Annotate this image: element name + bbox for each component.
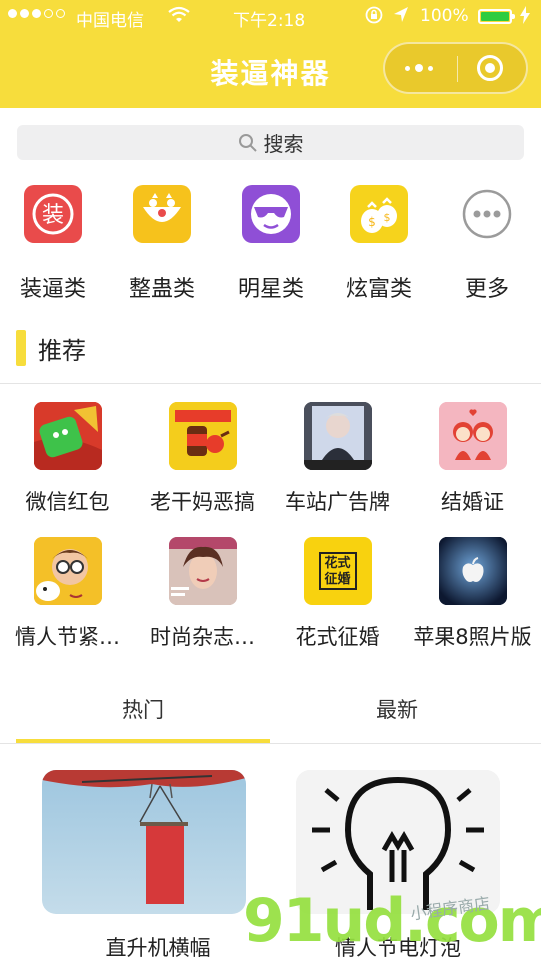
category-zhenggu[interactable]: 整蛊类: [117, 185, 207, 303]
clown-face-icon: [133, 185, 191, 243]
watermark-logo: 91ud.com: [243, 886, 541, 956]
navigation-bar: 装逼神器: [0, 34, 541, 108]
section-accent-bar: [16, 330, 26, 366]
more-dots-icon: [458, 185, 516, 243]
recommended-label: 花式征婚: [295, 625, 380, 649]
recommended-label: 微信红包: [25, 490, 110, 514]
tab-hot[interactable]: 热门: [8, 694, 278, 724]
charging-bolt-icon: [520, 6, 530, 29]
zhuang-badge-icon: 装: [24, 185, 82, 243]
category-label: 炫富类: [345, 277, 412, 302]
helicopter-banner-image[interactable]: [42, 770, 246, 914]
recommended-label: 苹果8照片版: [413, 625, 532, 649]
rotation-lock-icon: [364, 5, 384, 30]
recommended-item[interactable]: 车站广告牌: [270, 402, 405, 516]
status-bar: 中国电信 下午2:18 100%: [0, 0, 541, 34]
recommended-item[interactable]: 苹果8照片版: [405, 537, 540, 651]
recommended-item[interactable]: 结婚证: [405, 402, 540, 516]
category-xuanfu[interactable]: $ $ 炫富类: [334, 185, 424, 303]
thumb-text: 花式 征婚: [318, 552, 357, 590]
wifi-icon: [168, 6, 190, 29]
recommended-item[interactable]: 微信红包: [0, 402, 135, 516]
divider: [0, 383, 541, 384]
battery-icon: [478, 9, 515, 24]
search-icon: [238, 133, 257, 152]
search-bar[interactable]: 搜索: [17, 125, 524, 160]
tab-latest[interactable]: 最新: [262, 694, 532, 724]
fashion-magazine-thumb: [168, 537, 237, 605]
close-miniprogram-button[interactable]: [477, 55, 503, 81]
category-more[interactable]: 更多: [442, 185, 532, 303]
recommended-item[interactable]: 花式 征婚 花式征婚: [270, 537, 405, 651]
section-title: 推荐: [38, 336, 86, 365]
laoganma-jar-thumb: [168, 402, 237, 470]
clock-label: 下午2:18: [233, 11, 306, 31]
apple-logo-thumb: [438, 537, 507, 605]
wechat-red-packet-thumb: [33, 402, 102, 470]
recommended-label: 时尚杂志…: [150, 625, 255, 649]
cartoon-boy-dog-thumb: [33, 537, 102, 605]
recommended-item[interactable]: 老干妈恶搞: [135, 402, 270, 516]
category-label: 更多: [464, 277, 509, 302]
category-mingxing[interactable]: 明星类: [226, 185, 316, 303]
recommended-label: 老干妈恶搞: [150, 490, 255, 514]
recommended-item[interactable]: 时尚杂志…: [135, 537, 270, 651]
sunglasses-face-icon: [242, 185, 300, 243]
huashi-zhenghun-thumb: 花式 征婚: [303, 537, 372, 605]
category-zhuangbi[interactable]: 装 装逼类: [8, 185, 98, 303]
recommended-label: 结婚证: [441, 490, 504, 514]
svg-text:$: $: [384, 211, 391, 224]
search-label: 搜索: [263, 132, 304, 156]
category-label: 明星类: [237, 277, 304, 302]
money-bags-icon: $ $: [350, 185, 408, 243]
recommended-label: 车站广告牌: [285, 490, 390, 514]
station-billboard-thumb: [303, 402, 372, 470]
marriage-certificate-thumb: [438, 402, 507, 470]
miniprogram-capsule: [383, 42, 528, 94]
svg-text:装: 装: [42, 203, 64, 228]
battery-percent: 100%: [420, 6, 469, 26]
recommended-label: 情人节紧…: [15, 625, 120, 649]
location-arrow-icon: [393, 6, 409, 29]
recommended-item[interactable]: 情人节紧…: [0, 537, 135, 651]
more-menu-button[interactable]: [405, 58, 445, 78]
carrier-label: 中国电信: [76, 11, 144, 31]
category-label: 装逼类: [19, 277, 86, 302]
svg-text:$: $: [368, 215, 376, 229]
signal-icon: [8, 9, 65, 18]
divider: [0, 743, 541, 744]
category-label: 整蛊类: [128, 277, 195, 302]
section-header-recommended: 推荐: [16, 329, 86, 367]
